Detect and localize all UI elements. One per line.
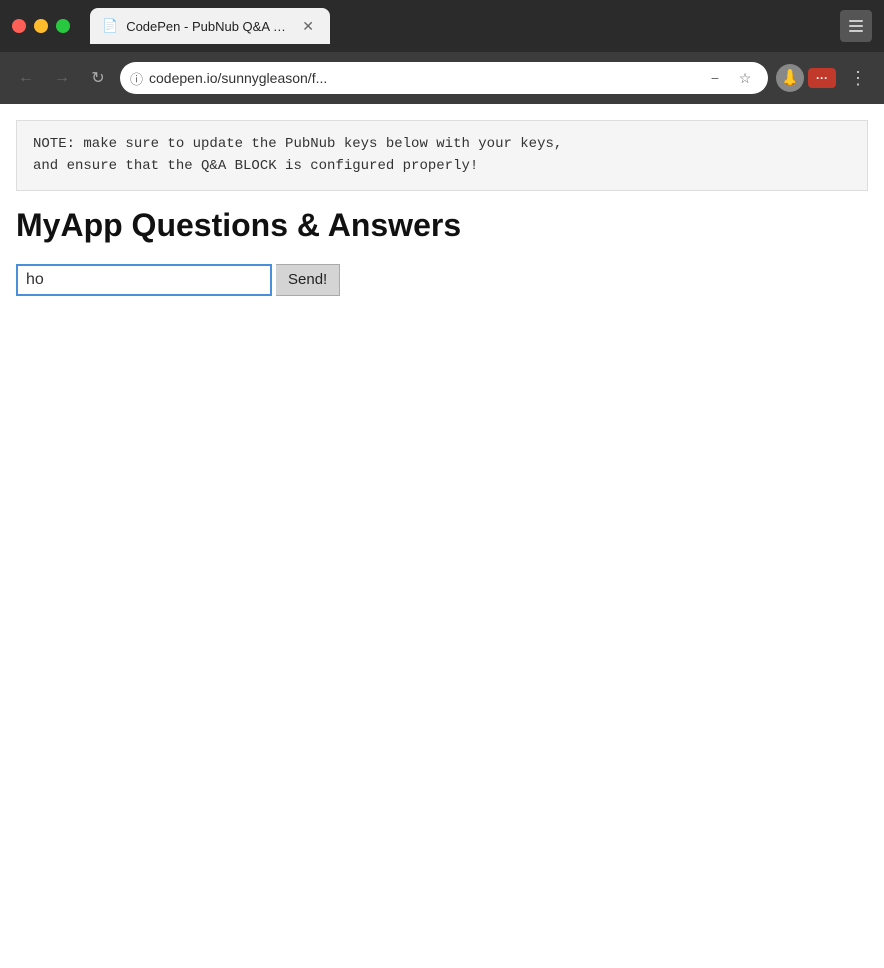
- forward-button[interactable]: →: [48, 64, 76, 92]
- bookmark-icon[interactable]: ☆: [732, 65, 758, 91]
- zoom-out-icon[interactable]: −: [702, 65, 728, 91]
- question-input[interactable]: [16, 264, 272, 296]
- page-main: MyApp Questions & Answers Send!: [0, 191, 884, 296]
- tor-icon[interactable]: 👃: [776, 64, 804, 92]
- tab-page-icon: 📄: [102, 18, 118, 34]
- reload-button[interactable]: ↻: [84, 64, 112, 92]
- url-actions: − ☆: [702, 65, 758, 91]
- url-text: codepen.io/sunnygleason/f...: [149, 70, 696, 86]
- titlebar: 📄 CodePen - PubNub Q&A UI w/ ✕: [0, 0, 884, 52]
- traffic-lights: [12, 19, 70, 33]
- page-content: NOTE: make sure to update the PubNub key…: [0, 120, 884, 968]
- menu-button[interactable]: ⋮: [844, 64, 872, 92]
- page-heading: MyApp Questions & Answers: [16, 207, 868, 244]
- titlebar-right: [840, 10, 872, 42]
- send-button[interactable]: Send!: [276, 264, 340, 296]
- qa-form: Send!: [16, 264, 868, 296]
- info-icon: ⓘ: [130, 69, 143, 88]
- note-banner: NOTE: make sure to update the PubNub key…: [16, 120, 868, 191]
- close-button[interactable]: [12, 19, 26, 33]
- note-text: NOTE: make sure to update the PubNub key…: [33, 136, 562, 174]
- url-bar[interactable]: ⓘ codepen.io/sunnygleason/f... − ☆: [120, 62, 768, 94]
- extensions-area: 👃 ···: [776, 64, 836, 92]
- maximize-button[interactable]: [56, 19, 70, 33]
- dots-extension-icon[interactable]: ···: [808, 68, 836, 88]
- active-tab[interactable]: 📄 CodePen - PubNub Q&A UI w/ ✕: [90, 8, 330, 44]
- devtools-icon[interactable]: [840, 10, 872, 42]
- tab-title: CodePen - PubNub Q&A UI w/: [126, 19, 290, 34]
- addressbar: ← → ↻ ⓘ codepen.io/sunnygleason/f... − ☆…: [0, 52, 884, 104]
- tab-close-icon[interactable]: ✕: [298, 16, 318, 37]
- tab-bar: 📄 CodePen - PubNub Q&A UI w/ ✕: [90, 8, 832, 44]
- back-button[interactable]: ←: [12, 64, 40, 92]
- minimize-button[interactable]: [34, 19, 48, 33]
